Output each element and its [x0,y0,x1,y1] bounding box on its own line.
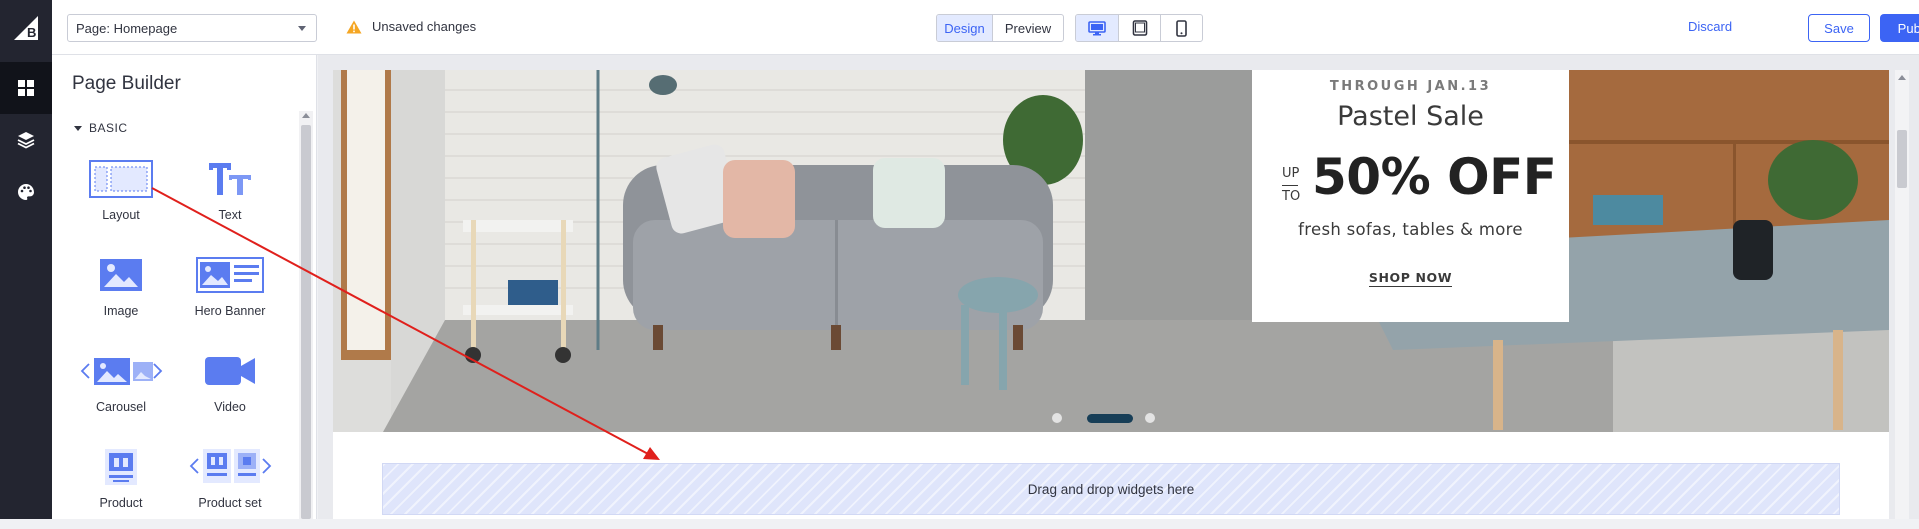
shop-now-label: SHOP NOW [1368,270,1453,287]
promo-discount: 50% OFF [1312,148,1557,206]
page-select[interactable]: Page: Homepage [67,14,317,42]
caret-down-icon [74,125,82,131]
hero-banner[interactable]: THROUGH JAN.13 Pastel Sale UP TO 50% OFF… [333,70,1889,432]
device-toggle [1075,14,1203,42]
unsaved-status: Unsaved changes [346,19,476,34]
layers-icon[interactable] [0,114,52,166]
carousel-icon [71,347,171,395]
product-icon [71,443,171,491]
hero-background-image [333,70,1889,432]
widget-image[interactable]: Image [71,251,171,337]
palette-icon[interactable] [0,166,52,218]
section-basic-label: BASIC [89,121,128,135]
warning-icon [346,20,362,33]
widget-label: Video [214,400,246,414]
chevron-down-icon [298,26,306,31]
scroll-up-icon[interactable] [302,113,310,118]
promo-date: THROUGH JAN.13 [1329,79,1492,94]
widget-label: Hero Banner [194,304,266,318]
widget-layout[interactable]: Layout [71,155,171,241]
page-canvas: THROUGH JAN.13 Pastel Sale UP TO 50% OFF… [333,70,1889,519]
widget-label: Image [103,304,139,318]
carousel-dot[interactable] [1145,413,1155,423]
unsaved-label: Unsaved changes [372,19,477,34]
publish-button[interactable]: Publish [1880,14,1919,42]
section-basic-toggle[interactable]: BASIC [74,121,128,135]
widget-text[interactable]: Text [180,155,280,241]
promo-subtitle: fresh sofas, tables & more [1298,220,1523,239]
video-icon [180,347,280,395]
widget-drop-zone[interactable]: Drag and drop widgets here [382,463,1840,515]
canvas-scrollbar[interactable] [1895,70,1909,519]
top-bar: Page: Homepage Unsaved changes Design Pr… [52,0,1919,55]
left-rail: B [0,0,52,519]
panel-scroll-thumb[interactable] [301,125,311,519]
tablet-icon[interactable] [1119,15,1161,41]
svg-text:B: B [27,25,36,40]
page-select-value: Page: Homepage [76,21,178,36]
mode-toggle: Design Preview [936,14,1064,42]
desktop-icon[interactable] [1076,15,1119,41]
text-icon [180,155,280,203]
widget-product-set[interactable]: Product set [180,443,280,529]
widget-label: Product set [198,496,262,510]
promo-title: Pastel Sale [1337,101,1484,132]
canvas-scroll-thumb[interactable] [1897,130,1907,188]
discard-button[interactable]: Discard [1688,19,1732,34]
hero-banner-icon [180,251,280,299]
promo-up-label: UP [1282,166,1300,181]
canvas-area: THROUGH JAN.13 Pastel Sale UP TO 50% OFF… [318,55,1919,519]
promo-to-label: TO [1282,189,1301,204]
carousel-dot[interactable] [1052,413,1062,423]
panel-title: Page Builder [72,73,181,94]
promo-card: THROUGH JAN.13 Pastel Sale UP TO 50% OFF… [1252,70,1569,322]
widget-carousel[interactable]: Carousel [71,347,171,433]
widget-label: Text [218,208,242,222]
layout-icon [71,155,171,203]
widget-label: Layout [102,208,140,222]
widget-video[interactable]: Video [180,347,280,433]
carousel-dot-active[interactable] [1087,414,1133,423]
scroll-up-icon[interactable] [1898,75,1906,80]
save-button[interactable]: Save [1808,14,1870,42]
mobile-icon[interactable] [1161,15,1202,41]
promo-up-to: UP TO [1282,163,1300,208]
widget-product[interactable]: Product [71,443,171,529]
image-icon [71,251,171,299]
widget-label: Product [99,496,143,510]
design-mode-button[interactable]: Design [937,15,993,41]
page-builder-panel: Page Builder BASIC Layout Text Image Her… [52,55,317,519]
widget-hero-banner[interactable]: Hero Banner [180,251,280,337]
widget-label: Carousel [95,400,147,414]
shop-now-link[interactable]: SHOP NOW [1252,270,1569,287]
widgets-icon[interactable] [0,62,52,114]
preview-mode-button[interactable]: Preview [993,15,1063,41]
drop-zone-label: Drag and drop widgets here [1027,481,1195,497]
product-set-icon [180,443,280,491]
bigcommerce-logo-icon[interactable]: B [12,14,40,42]
